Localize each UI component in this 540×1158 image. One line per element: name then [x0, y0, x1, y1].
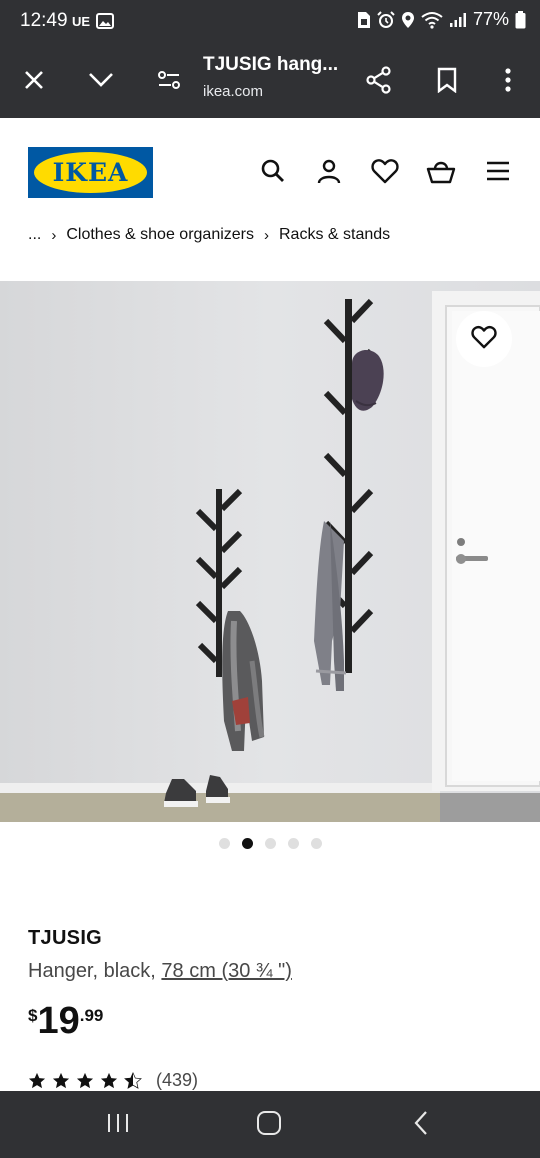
battery-percent: 77% — [472, 9, 509, 29]
close-tab-button[interactable] — [6, 46, 62, 118]
search-icon — [260, 158, 286, 188]
product-rating[interactable]: (439) — [28, 1070, 198, 1091]
bookmark-icon — [437, 67, 457, 97]
product-size-link[interactable]: 78 cm (30 ¾ ") — [161, 960, 291, 982]
star-icon — [124, 1072, 142, 1089]
carousel-dot[interactable] — [265, 838, 276, 849]
close-icon — [23, 69, 45, 95]
ikea-logo[interactable]: IKEA — [28, 147, 153, 198]
rating-stars — [28, 1072, 142, 1089]
product-type: Hanger, black, — [28, 960, 162, 982]
minimize-button[interactable] — [73, 46, 129, 118]
price-integer: 19 — [37, 1000, 80, 1042]
battery-icon — [515, 10, 526, 29]
profile-button[interactable] — [312, 156, 346, 190]
signal-icon — [449, 12, 467, 28]
heart-icon — [471, 325, 497, 353]
back-button[interactable] — [381, 1091, 461, 1158]
product-photo — [0, 281, 540, 822]
carousel-dot[interactable] — [219, 838, 230, 849]
bookmark-button[interactable] — [419, 46, 475, 118]
menu-icon — [485, 160, 511, 186]
site-header: IKEA — [0, 118, 540, 228]
star-icon — [100, 1072, 118, 1089]
status-icons: 77% — [357, 9, 526, 30]
gallery-icon — [96, 13, 114, 33]
product-description: Hanger, black, 78 cm (30 ¾ ") — [28, 960, 292, 983]
location-icon — [401, 11, 415, 29]
more-options-button[interactable] — [480, 46, 536, 118]
carousel-dot[interactable] — [311, 838, 322, 849]
share-icon — [365, 66, 393, 98]
logo-text: IKEA — [52, 158, 129, 187]
cart-button[interactable] — [424, 156, 458, 190]
menu-button[interactable] — [481, 156, 515, 190]
heart-icon — [371, 158, 399, 188]
breadcrumb-item-racks-stands[interactable]: Racks & stands — [279, 226, 390, 244]
add-to-favorites-button[interactable] — [456, 311, 512, 367]
carousel-dot[interactable] — [242, 838, 253, 849]
price-decimal: .99 — [79, 1006, 104, 1025]
chevron-right-icon: › — [51, 226, 57, 244]
profile-icon — [316, 158, 342, 188]
more-vertical-icon — [505, 68, 511, 96]
page-title[interactable]: TJUSIG hang... — [203, 54, 338, 76]
home-button[interactable] — [229, 1091, 309, 1158]
product-name: TJUSIG — [28, 927, 103, 949]
recent-apps-icon — [106, 1112, 130, 1138]
price-currency: $ — [28, 1006, 38, 1025]
breadcrumb: ... › Clothes & shoe organizers › Racks … — [28, 222, 390, 248]
search-button[interactable] — [256, 156, 290, 190]
breadcrumb-ellipsis[interactable]: ... — [28, 226, 41, 244]
home-icon — [256, 1110, 282, 1140]
sim-icon — [357, 11, 371, 29]
review-count: (439) — [156, 1070, 199, 1090]
star-icon — [76, 1072, 94, 1089]
back-icon — [413, 1110, 429, 1140]
chevron-right-icon: › — [264, 226, 269, 244]
product-image[interactable] — [0, 281, 540, 822]
share-button[interactable] — [351, 46, 407, 118]
wifi-icon — [421, 11, 443, 29]
page-settings-icon — [157, 69, 181, 95]
system-navigation-bar — [0, 1091, 540, 1158]
image-carousel-dots — [219, 838, 322, 849]
recent-apps-button[interactable] — [78, 1091, 158, 1158]
status-carrier: UE — [72, 14, 91, 29]
page-url[interactable]: ikea.com — [203, 83, 263, 100]
product-price: $ 19 .99 — [28, 1000, 103, 1042]
alarm-icon — [377, 10, 395, 29]
favorites-button[interactable] — [368, 156, 402, 190]
status-bar: 12:49 UE 77% — [0, 0, 540, 46]
status-time: 12:49 — [20, 10, 68, 31]
chevron-down-icon — [88, 72, 114, 92]
breadcrumb-item-clothes-shoe-organizers[interactable]: Clothes & shoe organizers — [66, 226, 254, 244]
cart-icon — [426, 158, 456, 188]
page-settings-button[interactable] — [141, 46, 197, 118]
star-icon — [28, 1072, 46, 1089]
star-icon — [52, 1072, 70, 1089]
carousel-dot[interactable] — [288, 838, 299, 849]
browser-toolbar: TJUSIG hang... ikea.com — [0, 46, 540, 118]
